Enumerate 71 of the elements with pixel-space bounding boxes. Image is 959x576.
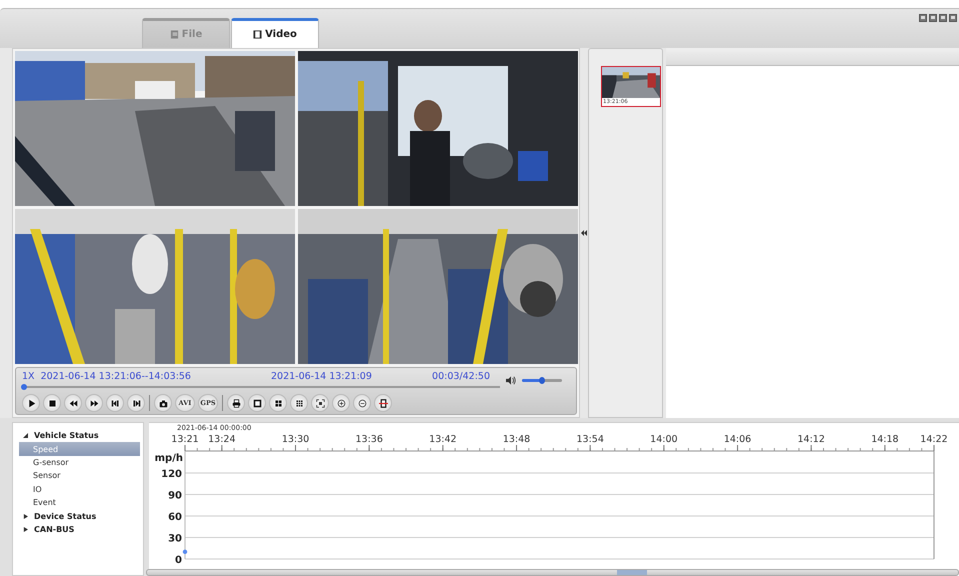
elapsed-time: 00:03/42:50 [432, 370, 490, 382]
printer-icon [232, 398, 240, 408]
x-tick-label: 13:48 [502, 434, 530, 445]
y-tick-label: 30 [168, 534, 182, 544]
tree-item[interactable]: Sensor [13, 469, 143, 483]
skip-back-icon [110, 398, 120, 408]
zoom-out-button[interactable] [353, 394, 371, 412]
rewind-icon [68, 398, 78, 408]
y-tick-label: 60 [168, 512, 182, 523]
four-grid-icon [274, 398, 282, 408]
play-icon [26, 398, 36, 408]
skip-forward-button[interactable] [127, 394, 145, 412]
x-tick-label: 13:21 [171, 434, 199, 445]
x-tick-label: 13:30 [282, 434, 310, 445]
zoom-in-icon [336, 398, 346, 408]
camera-icon [158, 398, 168, 408]
x-tick-label: 14:06 [724, 434, 752, 445]
tree-item[interactable]: IO [13, 482, 143, 496]
tree-item[interactable]: Device Status [13, 509, 143, 523]
fullscreen-icon [316, 398, 324, 408]
single-view-button[interactable] [248, 394, 266, 412]
zoom-in-button[interactable] [332, 394, 350, 412]
volume-icon [506, 376, 516, 385]
tree-item[interactable]: CAN-BUS [13, 522, 143, 536]
four-grid-button[interactable] [269, 394, 287, 412]
scrollbar-thumb[interactable] [617, 570, 647, 575]
document-icon [170, 30, 179, 39]
zoom-out-icon [358, 398, 366, 408]
tree-item[interactable]: Vehicle Status [13, 429, 143, 442]
x-tick-label: 14:00 [650, 434, 678, 445]
nine-grid-button[interactable] [290, 394, 308, 412]
y-axis-unit: mp/h [154, 453, 183, 464]
tab[interactable]: Video [231, 18, 319, 48]
film-icon [253, 30, 262, 39]
collapse-icon[interactable] [581, 230, 587, 236]
x-tick-label: 14:22 [920, 434, 948, 445]
x-tick-label: 13:42 [429, 434, 457, 445]
x-tick-label: 13:54 [576, 434, 604, 445]
stop-button[interactable] [43, 394, 61, 412]
collapsed-triangle-icon [23, 514, 28, 519]
collapsed-triangle-icon [23, 526, 28, 532]
progress-slider-thumb[interactable] [21, 384, 27, 390]
crossed-frame-icon [378, 398, 388, 408]
y-tick-label: 0 [175, 555, 182, 566]
y-tick-label: 90 [168, 490, 182, 502]
y-tick-label: 120 [161, 469, 182, 480]
printer-button[interactable] [227, 394, 245, 412]
playback-speed: 1X [22, 370, 35, 382]
crossed-frame-button[interactable] [374, 394, 392, 412]
volume-slider-thumb[interactable] [539, 377, 545, 384]
x-tick-label: 14:18 [871, 434, 899, 445]
skip-forward-icon [132, 398, 140, 408]
x-tick-label: 14:12 [798, 434, 825, 445]
fast-forward-icon [90, 398, 98, 408]
x-tick-label: 13:36 [355, 434, 383, 445]
skip-back-button[interactable] [106, 394, 124, 412]
rewind-button[interactable] [64, 394, 82, 412]
play-button[interactable] [22, 394, 40, 412]
tree-item[interactable]: Event [13, 496, 143, 510]
camera-button[interactable] [154, 394, 172, 412]
fullscreen-button[interactable] [311, 394, 329, 412]
expanded-triangle-icon [23, 433, 28, 438]
stop-icon [48, 398, 56, 408]
single-view-icon [252, 398, 262, 408]
current-time: 2021-06-14 13:21:09 [270, 370, 372, 382]
nine-grid-icon [294, 398, 304, 408]
tree-item[interactable]: G-sensor [13, 456, 143, 470]
fast-forward-button[interactable] [85, 394, 103, 412]
data-point [182, 550, 188, 554]
x-tick-label: 13:24 [208, 434, 236, 445]
time-range: 2021-06-14 13:21:06--14:03:56 [40, 370, 191, 382]
